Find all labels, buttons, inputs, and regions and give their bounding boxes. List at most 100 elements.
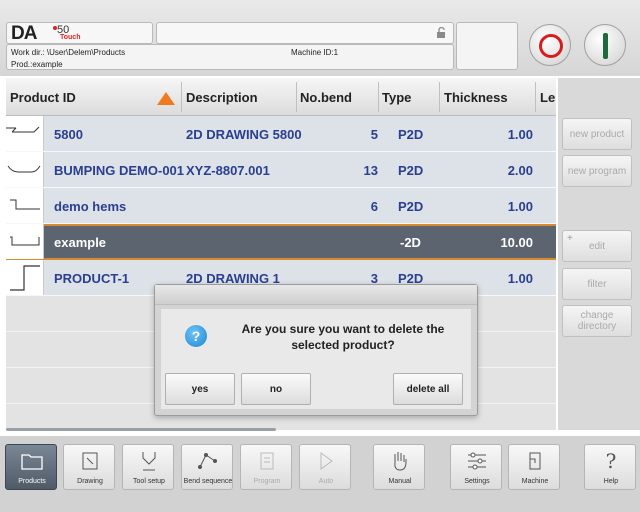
yes-button[interactable]: yes — [165, 373, 235, 405]
top-bar: DA 50 Touch Work dir.: \User\Delem\Produ… — [0, 0, 640, 76]
product-thumbnail — [6, 116, 44, 151]
dialog-message: Are you sure you want to delete the sele… — [241, 322, 445, 352]
question-icon: ? — [185, 325, 207, 347]
product-bends: 6 — [370, 199, 378, 214]
new-program-button[interactable]: new program — [562, 155, 632, 187]
tool-icon — [123, 449, 175, 473]
product-type: -2D — [400, 235, 421, 250]
program-icon — [241, 449, 293, 473]
start-button[interactable] — [584, 24, 626, 66]
nav-manual[interactable]: Manual — [373, 444, 425, 490]
nav-label: Help — [603, 478, 619, 485]
product-type: P2D — [398, 163, 424, 178]
delete-confirm-dialog: ? Are you sure you want to delete the se… — [154, 284, 478, 416]
drawing-icon — [64, 449, 116, 473]
horizontal-scrollbar[interactable] — [6, 428, 276, 431]
lock-icon[interactable] — [436, 26, 447, 41]
blank-panel — [456, 22, 518, 70]
hand-icon — [374, 449, 426, 473]
product-description: XYZ-8807.001 — [186, 163, 270, 178]
product-thickness: 1.00 — [507, 199, 533, 214]
nav-label: Bend sequence — [183, 478, 233, 485]
column-divider — [181, 82, 182, 112]
new-product-button[interactable]: new product — [562, 118, 632, 150]
product-thickness: 10.00 — [500, 235, 533, 250]
product-thickness: 2.00 — [507, 163, 533, 178]
nav-label: Manual — [388, 478, 412, 485]
change-directory-button[interactable]: change directory — [562, 305, 632, 337]
nav-label: Auto — [318, 478, 334, 485]
product-thickness: 1.00 — [507, 271, 533, 286]
product-id: demo hems — [54, 199, 127, 214]
column-header-length[interactable]: Le — [540, 90, 555, 105]
column-header-product-id[interactable]: Product ID — [10, 90, 76, 105]
delete-all-button[interactable]: delete all — [393, 373, 463, 405]
column-divider — [378, 82, 379, 112]
status-field — [156, 22, 454, 44]
work-dir: Work dir.: \User\Delem\Products — [11, 48, 126, 57]
product-thumbnail — [6, 188, 44, 223]
logo-suffix: Touch — [60, 34, 81, 41]
edit-button[interactable]: + edit — [562, 230, 632, 262]
product-thumbnail — [6, 260, 44, 295]
no-button[interactable]: no — [241, 373, 311, 405]
nav-drawing[interactable]: Drawing — [63, 444, 115, 490]
product-bends: 13 — [363, 163, 378, 178]
play-icon — [300, 449, 352, 473]
product-description: 2D DRAWING 5800 — [186, 127, 302, 142]
column-header-description[interactable]: Description — [186, 90, 258, 105]
nav-products[interactable]: Products — [5, 444, 57, 490]
table-row[interactable]: 5800 2D DRAWING 5800 5 P2D 1.00 — [6, 116, 556, 152]
table-row[interactable]: BUMPING DEMO-001 XYZ-8807.001 13 P2D 2.0… — [6, 152, 556, 188]
column-divider — [296, 82, 297, 112]
nav-program[interactable]: Program — [240, 444, 292, 490]
column-header-thickness[interactable]: Thickness — [444, 90, 508, 105]
nav-auto[interactable]: Auto — [299, 444, 351, 490]
product-id: PRODUCT-1 — [54, 271, 130, 286]
product-thickness: 1.00 — [507, 127, 533, 142]
nav-label: Settings — [464, 478, 490, 485]
column-header-type[interactable]: Type — [382, 90, 411, 105]
nav-bend-sequence[interactable]: Bend sequence — [181, 444, 233, 490]
help-icon: ? — [605, 449, 617, 473]
product-id: example — [54, 235, 107, 250]
current-product: Prod.:example — [11, 60, 63, 69]
product-type: P2D — [398, 199, 424, 214]
column-divider — [535, 82, 536, 112]
filter-button[interactable]: filter — [562, 268, 632, 300]
product-id: BUMPING DEMO-001 — [54, 163, 185, 178]
bottom-nav: Products Drawing Tool setup Bend sequenc… — [0, 436, 640, 512]
stop-button[interactable] — [529, 24, 571, 66]
folder-icon — [6, 449, 58, 473]
nav-label: Machine — [521, 478, 549, 485]
logo: DA 50 Touch — [6, 22, 153, 44]
nav-label: Program — [253, 478, 281, 485]
product-thumbnail — [6, 224, 44, 259]
side-panel: new product new program + edit filter ch… — [558, 78, 640, 430]
table-row-selected[interactable]: example -2D 10.00 — [6, 224, 556, 260]
column-divider — [439, 82, 440, 112]
table-row[interactable]: demo hems 6 P2D 1.00 — [6, 188, 556, 224]
stop-icon — [539, 34, 563, 58]
product-id: 5800 — [54, 127, 83, 142]
nav-settings[interactable]: Settings — [450, 444, 502, 490]
product-type: P2D — [398, 127, 424, 142]
dialog-title-bar — [155, 285, 477, 305]
plus-icon: + — [567, 233, 573, 244]
edit-button-label: edit — [588, 240, 606, 252]
start-icon — [603, 33, 608, 59]
dialog-body: ? Are you sure you want to delete the se… — [161, 309, 471, 409]
product-bends: 5 — [370, 127, 378, 142]
nav-label: Drawing — [77, 478, 103, 485]
nav-tool-setup[interactable]: Tool setup — [122, 444, 174, 490]
nav-label: Tool setup — [133, 478, 165, 485]
bend-sequence-icon — [182, 449, 234, 473]
nav-help[interactable]: ? Help — [584, 444, 636, 490]
machine-icon — [509, 449, 561, 473]
nav-machine[interactable]: Machine — [508, 444, 560, 490]
column-header-no-bend[interactable]: No.bend — [300, 90, 352, 105]
nav-label: Products — [18, 478, 46, 485]
logo-brand: DA — [11, 23, 37, 44]
product-thumbnail — [6, 152, 44, 187]
machine-id: Machine ID:1 — [291, 48, 339, 57]
